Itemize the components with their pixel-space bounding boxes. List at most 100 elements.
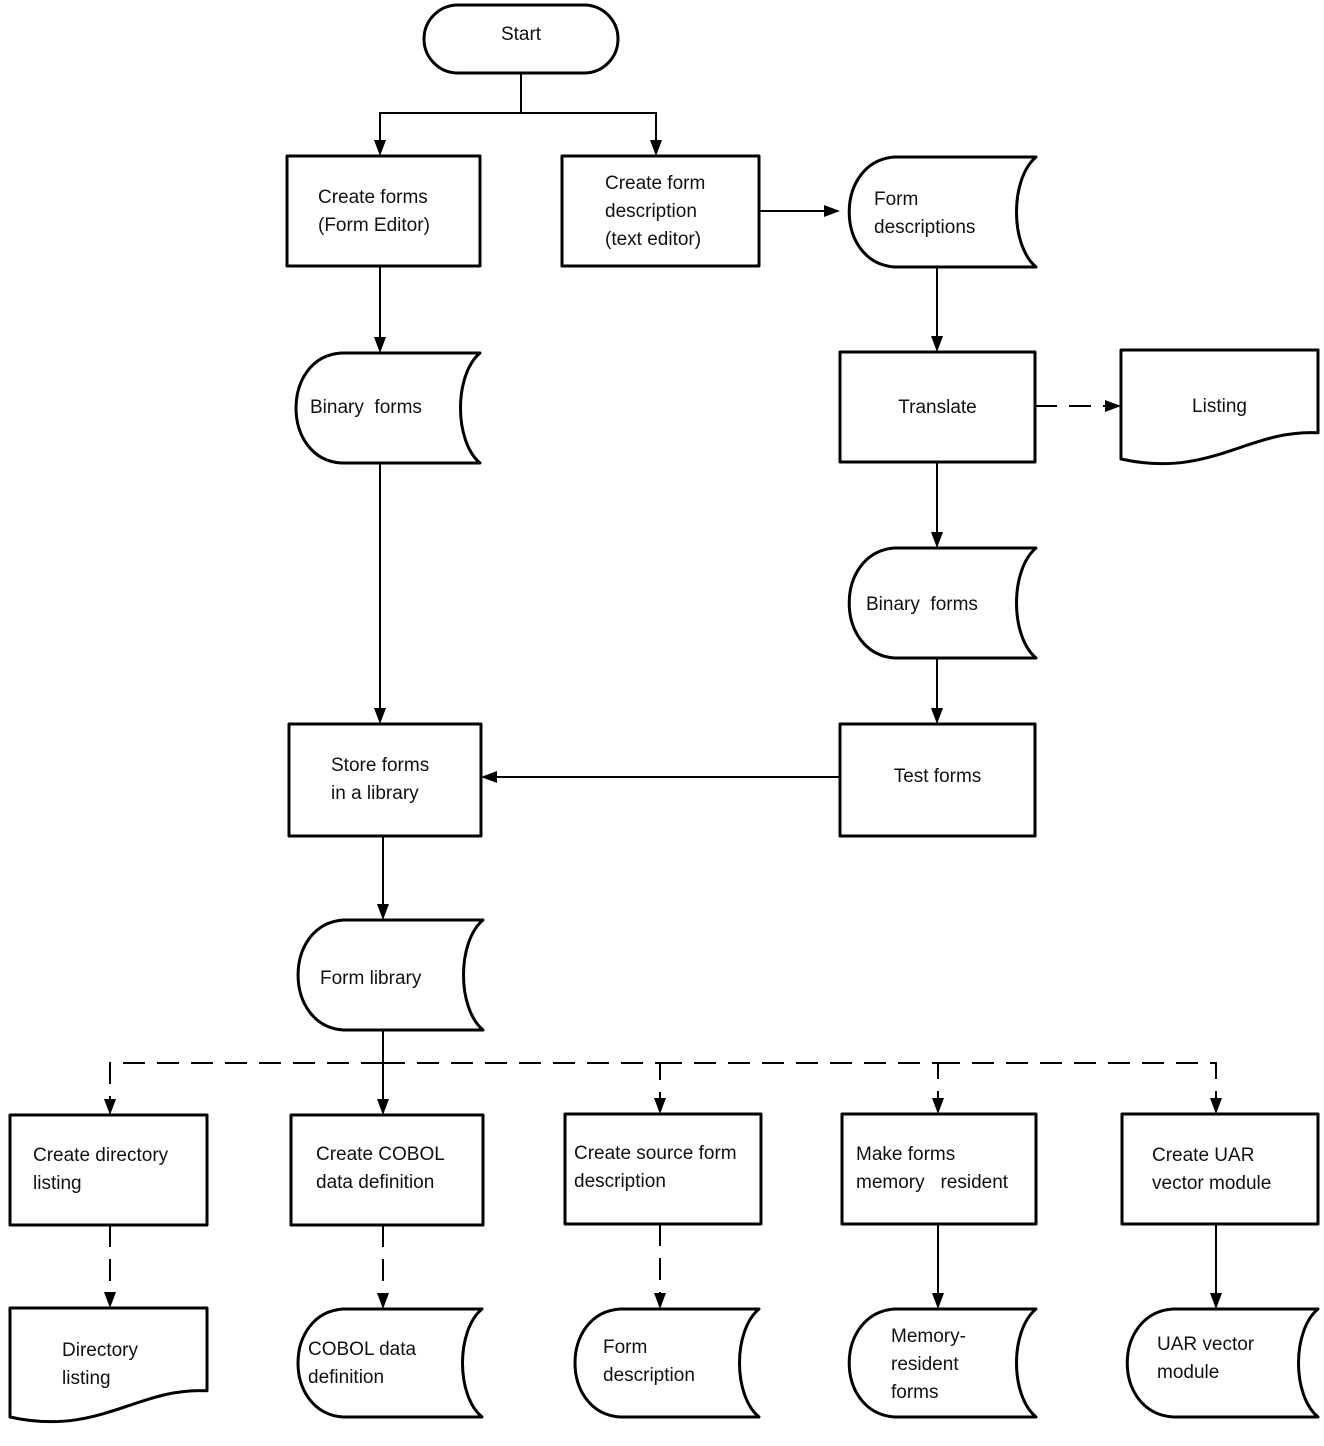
node-label: description — [603, 1365, 695, 1386]
node-form-library: Form library — [296, 918, 485, 1032]
node-label: listing — [62, 1368, 111, 1389]
node-label: (Form Editor) — [318, 215, 430, 236]
node-label: Test forms — [894, 766, 982, 787]
arrowhead-icon — [931, 336, 943, 352]
node-label: UAR vector — [1157, 1334, 1255, 1355]
connector-line — [521, 112, 657, 140]
arrowhead-icon — [104, 1292, 116, 1308]
edge-form-library-to-create-source-form — [383, 1062, 666, 1114]
arrowhead-icon — [374, 140, 386, 156]
process-shape — [285, 154, 482, 268]
node-label: Binary forms — [310, 397, 422, 418]
node-label: memory resident — [856, 1172, 1009, 1193]
node-cobol-data-definition: COBOL data definition — [296, 1307, 484, 1419]
flowchart: StartCreate forms(Form Editor)Create for… — [8, 3, 1320, 1424]
node-label: COBOL data — [308, 1339, 417, 1360]
node-label: listing — [33, 1173, 82, 1194]
storage-shape — [847, 155, 1038, 269]
node-label: Create forms — [318, 187, 428, 208]
storage-shape — [1125, 1307, 1320, 1419]
node-label: descriptions — [874, 217, 975, 238]
node-label: Form library — [320, 968, 422, 989]
arrowhead-icon — [377, 1099, 389, 1115]
storage-shape — [296, 1307, 484, 1419]
node-create-cobol: Create COBOL data definition — [289, 1113, 485, 1227]
edge-start-to-create-form-description — [521, 112, 662, 156]
arrowhead-icon — [932, 1098, 944, 1114]
arrowhead-icon — [481, 771, 497, 783]
arrowhead-icon — [1210, 1293, 1222, 1309]
node-label: definition — [308, 1367, 384, 1388]
connector-line — [109, 1062, 383, 1099]
node-label: Store forms — [331, 755, 429, 776]
connector-line — [938, 1062, 1217, 1098]
edge-create-form-description-to-form-descriptions — [759, 205, 840, 217]
node-label: data definition — [316, 1172, 434, 1193]
node-directory-listing: Directory listing — [8, 1306, 209, 1424]
node-label: Create form — [605, 173, 705, 194]
node-create-source-form: Create source form description — [563, 1112, 763, 1226]
arrowhead-icon — [1105, 400, 1121, 412]
node-label: vector module — [1152, 1173, 1271, 1194]
edge-make-memory-resident-to-memory-resident-forms — [932, 1224, 944, 1309]
arrowhead-icon — [374, 708, 386, 724]
edge-translate-to-listing — [1035, 400, 1121, 412]
process-shape — [287, 722, 483, 838]
node-label: resident — [891, 1354, 959, 1375]
edge-form-descriptions-to-translate — [931, 267, 943, 352]
node-label: Form — [874, 189, 918, 210]
nodes-layer: StartCreate forms(Form Editor)Create for… — [8, 3, 1320, 1424]
node-label: Create UAR — [1152, 1145, 1254, 1166]
arrowhead-icon — [931, 708, 943, 724]
node-store-forms: Store forms in a library — [287, 722, 483, 838]
arrowhead-icon — [377, 904, 389, 920]
arrowhead-icon — [377, 1293, 389, 1309]
node-label: Memory- — [891, 1326, 966, 1347]
arrowhead-icon — [650, 140, 662, 156]
edge-create-uar-to-uar-vector-module — [1210, 1224, 1222, 1309]
node-label: Form — [603, 1337, 647, 1358]
arrowhead-icon — [931, 532, 943, 548]
edge-create-cobol-to-cobol-data-definition — [377, 1225, 389, 1309]
edge-form-library-to-make-memory-resident — [660, 1062, 944, 1114]
node-binary-forms-left: Binary forms — [294, 351, 482, 465]
node-label: Create directory — [33, 1145, 169, 1166]
node-label: Binary forms — [866, 594, 978, 615]
process-shape — [563, 1112, 763, 1226]
node-form-descriptions: Form descriptions — [847, 155, 1038, 269]
node-label: Directory — [62, 1340, 139, 1361]
node-translate: Translate — [838, 350, 1037, 464]
node-create-forms: Create forms (Form Editor) — [285, 154, 482, 268]
node-label: Make forms — [856, 1144, 955, 1165]
edge-binary-forms-left-to-store-forms — [374, 463, 386, 724]
node-uar-vector-module: UAR vector module — [1125, 1307, 1320, 1419]
node-listing: Listing — [1119, 348, 1320, 466]
node-create-directory-listing: Create directory listing — [8, 1113, 209, 1227]
node-binary-forms-right: Binary forms — [847, 546, 1038, 660]
node-label: Create COBOL — [316, 1144, 445, 1165]
node-label: Start — [501, 24, 542, 45]
node-label: Create source form — [574, 1143, 737, 1164]
node-start: Start — [422, 3, 620, 75]
edge-test-forms-to-store-forms — [481, 771, 840, 783]
arrowhead-icon — [374, 337, 386, 353]
node-label: Translate — [898, 397, 977, 418]
process-shape — [289, 1113, 485, 1227]
edge-store-forms-to-form-library — [377, 836, 389, 920]
arrowhead-icon — [654, 1098, 666, 1114]
edge-create-directory-listing-to-directory-listing — [104, 1225, 116, 1308]
node-label: module — [1157, 1362, 1219, 1383]
connector-line — [660, 1062, 939, 1098]
node-create-form-description: Create form description (text editor) — [560, 154, 761, 268]
arrowhead-icon — [932, 1293, 944, 1309]
edge-form-library-to-create-cobol — [377, 1030, 389, 1115]
node-memory-resident-forms: Memory-resident forms — [847, 1307, 1038, 1419]
arrowhead-icon — [104, 1099, 116, 1115]
node-label: forms — [891, 1382, 939, 1403]
edge-start-to-create-forms — [374, 73, 522, 156]
process-shape — [1120, 1112, 1320, 1226]
arrowhead-icon — [824, 205, 840, 217]
edge-form-library-to-create-uar — [938, 1062, 1222, 1114]
process-shape — [8, 1113, 209, 1227]
node-label: (text editor) — [605, 229, 701, 250]
